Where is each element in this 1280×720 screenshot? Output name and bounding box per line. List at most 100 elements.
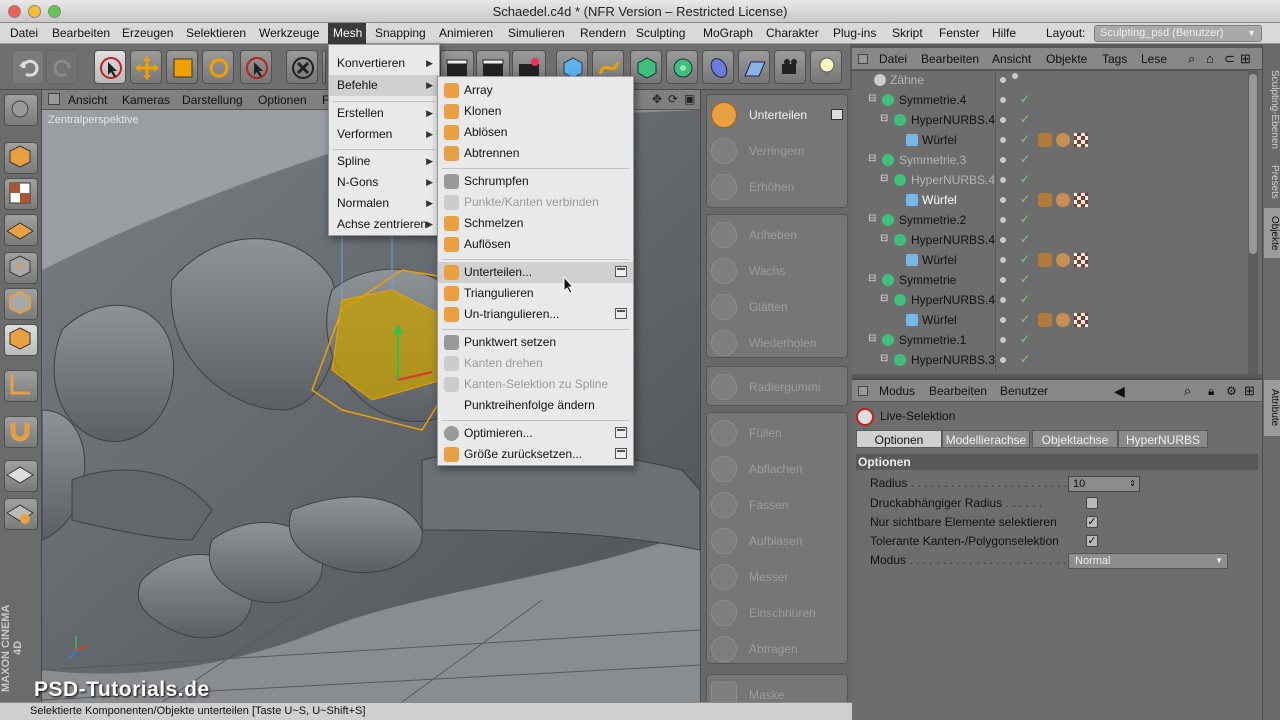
- enabled-check-icon[interactable]: ✓: [1020, 212, 1030, 226]
- object-scrollbar-thumb[interactable]: [1249, 74, 1257, 254]
- sculpt-fuellen-button[interactable]: Füllen: [707, 415, 847, 451]
- floor-button[interactable]: [738, 50, 770, 84]
- cmd-punktwert-setzen[interactable]: Punktwert setzen: [438, 332, 633, 353]
- selection-tag-icon[interactable]: [1056, 133, 1070, 147]
- cmd-optimieren[interactable]: Optimieren...: [438, 423, 633, 444]
- tab-sculpting-ebenen[interactable]: Sculpting-Ebenen: [1264, 54, 1280, 164]
- redo-button[interactable]: [46, 50, 78, 84]
- menu-mesh[interactable]: Mesh: [328, 23, 366, 44]
- viewport-menu-darstellung[interactable]: Darstellung: [182, 90, 243, 110]
- lock-icon[interactable]: 🔒︎: [1208, 380, 1214, 402]
- collapse-icon[interactable]: ⊟: [880, 113, 888, 124]
- sculpt-unterteilen-button[interactable]: Unterteilen: [707, 97, 847, 133]
- sculpt-glaetten-button[interactable]: Glätten: [707, 289, 847, 325]
- selection-tag-icon[interactable]: [1056, 253, 1070, 267]
- menu-simulieren[interactable]: Simulieren: [503, 23, 570, 44]
- attr-tab-objektachse[interactable]: Objektachse: [1032, 430, 1118, 448]
- viewport-maximize-icon[interactable]: ▣: [684, 92, 695, 106]
- object-row[interactable]: Zähne: [852, 70, 1248, 90]
- collapse-icon[interactable]: ⊟: [880, 353, 888, 364]
- layout-select[interactable]: Sculpting_psd (Benutzer) ▼: [1094, 25, 1262, 42]
- collapse-icon[interactable]: ⊟: [880, 173, 888, 184]
- editor-visibility-dot[interactable]: [1000, 117, 1006, 123]
- menu-fenster[interactable]: Fenster: [934, 23, 985, 44]
- cmd-un-triangulieren[interactable]: Un-triangulieren...: [438, 304, 633, 325]
- collapse-icon[interactable]: ⊟: [868, 153, 876, 164]
- back-arrow-icon[interactable]: ◀: [1114, 380, 1125, 402]
- object-row[interactable]: ⊟ Symmetrie.4 ✓: [852, 90, 1248, 110]
- phong-tag-icon[interactable]: [1038, 253, 1052, 267]
- attr-tab-optionen[interactable]: Optionen: [856, 430, 942, 448]
- cmd-punkte-kanten-verbinden[interactable]: Punkte/Kanten verbinden: [438, 192, 633, 213]
- tab-presets[interactable]: Presets: [1264, 158, 1280, 206]
- link-icon[interactable]: ⊂: [1224, 48, 1235, 70]
- sculpt-einschnueren-button[interactable]: Einschnüren: [707, 595, 847, 631]
- object-row[interactable]: Würfel ✓: [852, 190, 1248, 210]
- editor-visibility-dot[interactable]: [1000, 317, 1006, 323]
- radius-input[interactable]: 10 ⇕: [1068, 476, 1140, 492]
- cmd-groesse-zuruecksetzen[interactable]: Größe zurücksetzen...: [438, 444, 633, 465]
- am-menu-bearbeiten[interactable]: Bearbeiten: [929, 380, 987, 402]
- object-row[interactable]: ⊟ HyperNURBS.4 ✓: [852, 110, 1248, 130]
- collapse-icon[interactable]: ⊟: [880, 233, 888, 244]
- material-tag-icon[interactable]: [1074, 313, 1088, 327]
- enabled-check-icon[interactable]: ✓: [1020, 292, 1030, 306]
- sculpt-messer-button[interactable]: Messer: [707, 559, 847, 595]
- viewport-rotate-icon[interactable]: ⟳: [668, 92, 678, 106]
- enabled-check-icon[interactable]: ✓: [1020, 92, 1030, 106]
- am-menu-benutzer[interactable]: Benutzer: [1000, 380, 1048, 402]
- editor-visibility-dot[interactable]: [1000, 77, 1006, 83]
- menu-snapping[interactable]: Snapping: [370, 23, 431, 44]
- object-row[interactable]: ⊟ Symmetrie.3 ✓: [852, 150, 1248, 170]
- rotate-tool-button[interactable]: [202, 50, 234, 84]
- menu-mograph[interactable]: MoGraph: [698, 23, 758, 44]
- collapse-icon[interactable]: ⊟: [868, 273, 876, 284]
- editor-visibility-dot[interactable]: [1000, 237, 1006, 243]
- menu-rendern[interactable]: Rendern: [575, 23, 631, 44]
- menu-werkzeuge[interactable]: Werkzeuge: [254, 23, 324, 44]
- search-icon[interactable]: ⌕: [1184, 380, 1191, 402]
- om-menu-bearbeiten[interactable]: Bearbeiten: [921, 48, 979, 70]
- locked-workplane-button[interactable]: [4, 460, 38, 492]
- workplane-button[interactable]: [4, 214, 38, 246]
- camera-button[interactable]: [774, 50, 806, 84]
- new-window-icon[interactable]: ⊞: [1244, 380, 1255, 402]
- enabled-check-icon[interactable]: ✓: [1020, 172, 1030, 186]
- collapse-icon[interactable]: ⊟: [868, 93, 876, 104]
- cmd-abtrennen[interactable]: Abtrennen: [438, 143, 633, 164]
- collapse-icon[interactable]: ⊟: [880, 293, 888, 304]
- sculpt-abtragen-button[interactable]: Abtragen: [707, 631, 847, 667]
- collapse-icon[interactable]: ⊟: [868, 213, 876, 224]
- menu-animieren[interactable]: Animieren: [434, 23, 498, 44]
- object-row[interactable]: Würfel ✓: [852, 250, 1248, 270]
- cmd-punktreihenfolge-aendern[interactable]: Punktreihenfolge ändern: [438, 395, 633, 416]
- visible-elements-checkbox[interactable]: ✓: [1086, 516, 1098, 528]
- enabled-check-icon[interactable]: ✓: [1020, 352, 1030, 366]
- cmd-schmelzen[interactable]: Schmelzen: [438, 213, 633, 234]
- object-row[interactable]: Würfel ✓: [852, 310, 1248, 330]
- cmd-kanten-drehen[interactable]: Kanten drehen: [438, 353, 633, 374]
- cmd-schrumpfen[interactable]: Schrumpfen: [438, 171, 633, 192]
- settings-icon[interactable]: ⚙: [1226, 380, 1237, 402]
- viewport-menu-kameras[interactable]: Kameras: [122, 90, 170, 110]
- viewport-layout-icon[interactable]: [48, 93, 60, 105]
- enabled-check-icon[interactable]: ✓: [1020, 272, 1030, 286]
- menu-datei[interactable]: Datei: [5, 23, 43, 44]
- editor-visibility-dot[interactable]: [1000, 297, 1006, 303]
- array-button[interactable]: [666, 50, 698, 84]
- menu-sculpting[interactable]: Sculpting: [631, 23, 690, 44]
- phong-tag-icon[interactable]: [1038, 193, 1052, 207]
- editor-visibility-dot[interactable]: [1000, 137, 1006, 143]
- enabled-check-icon[interactable]: ✓: [1020, 132, 1030, 146]
- menu-hilfe[interactable]: Hilfe: [987, 23, 1021, 44]
- editor-visibility-dot[interactable]: [1000, 97, 1006, 103]
- phong-tag-icon[interactable]: [1038, 313, 1052, 327]
- snap-button[interactable]: [4, 416, 38, 448]
- enabled-check-icon[interactable]: ✓: [1020, 312, 1030, 326]
- home-icon[interactable]: ⌂: [1206, 48, 1214, 70]
- points-mode-button[interactable]: [4, 252, 38, 284]
- enabled-check-icon[interactable]: ✓: [1020, 192, 1030, 206]
- mesh-menu-konvertieren[interactable]: Konvertieren ▶: [329, 53, 439, 74]
- menu-erzeugen[interactable]: Erzeugen: [117, 23, 178, 44]
- editor-visibility-dot[interactable]: [1000, 277, 1006, 283]
